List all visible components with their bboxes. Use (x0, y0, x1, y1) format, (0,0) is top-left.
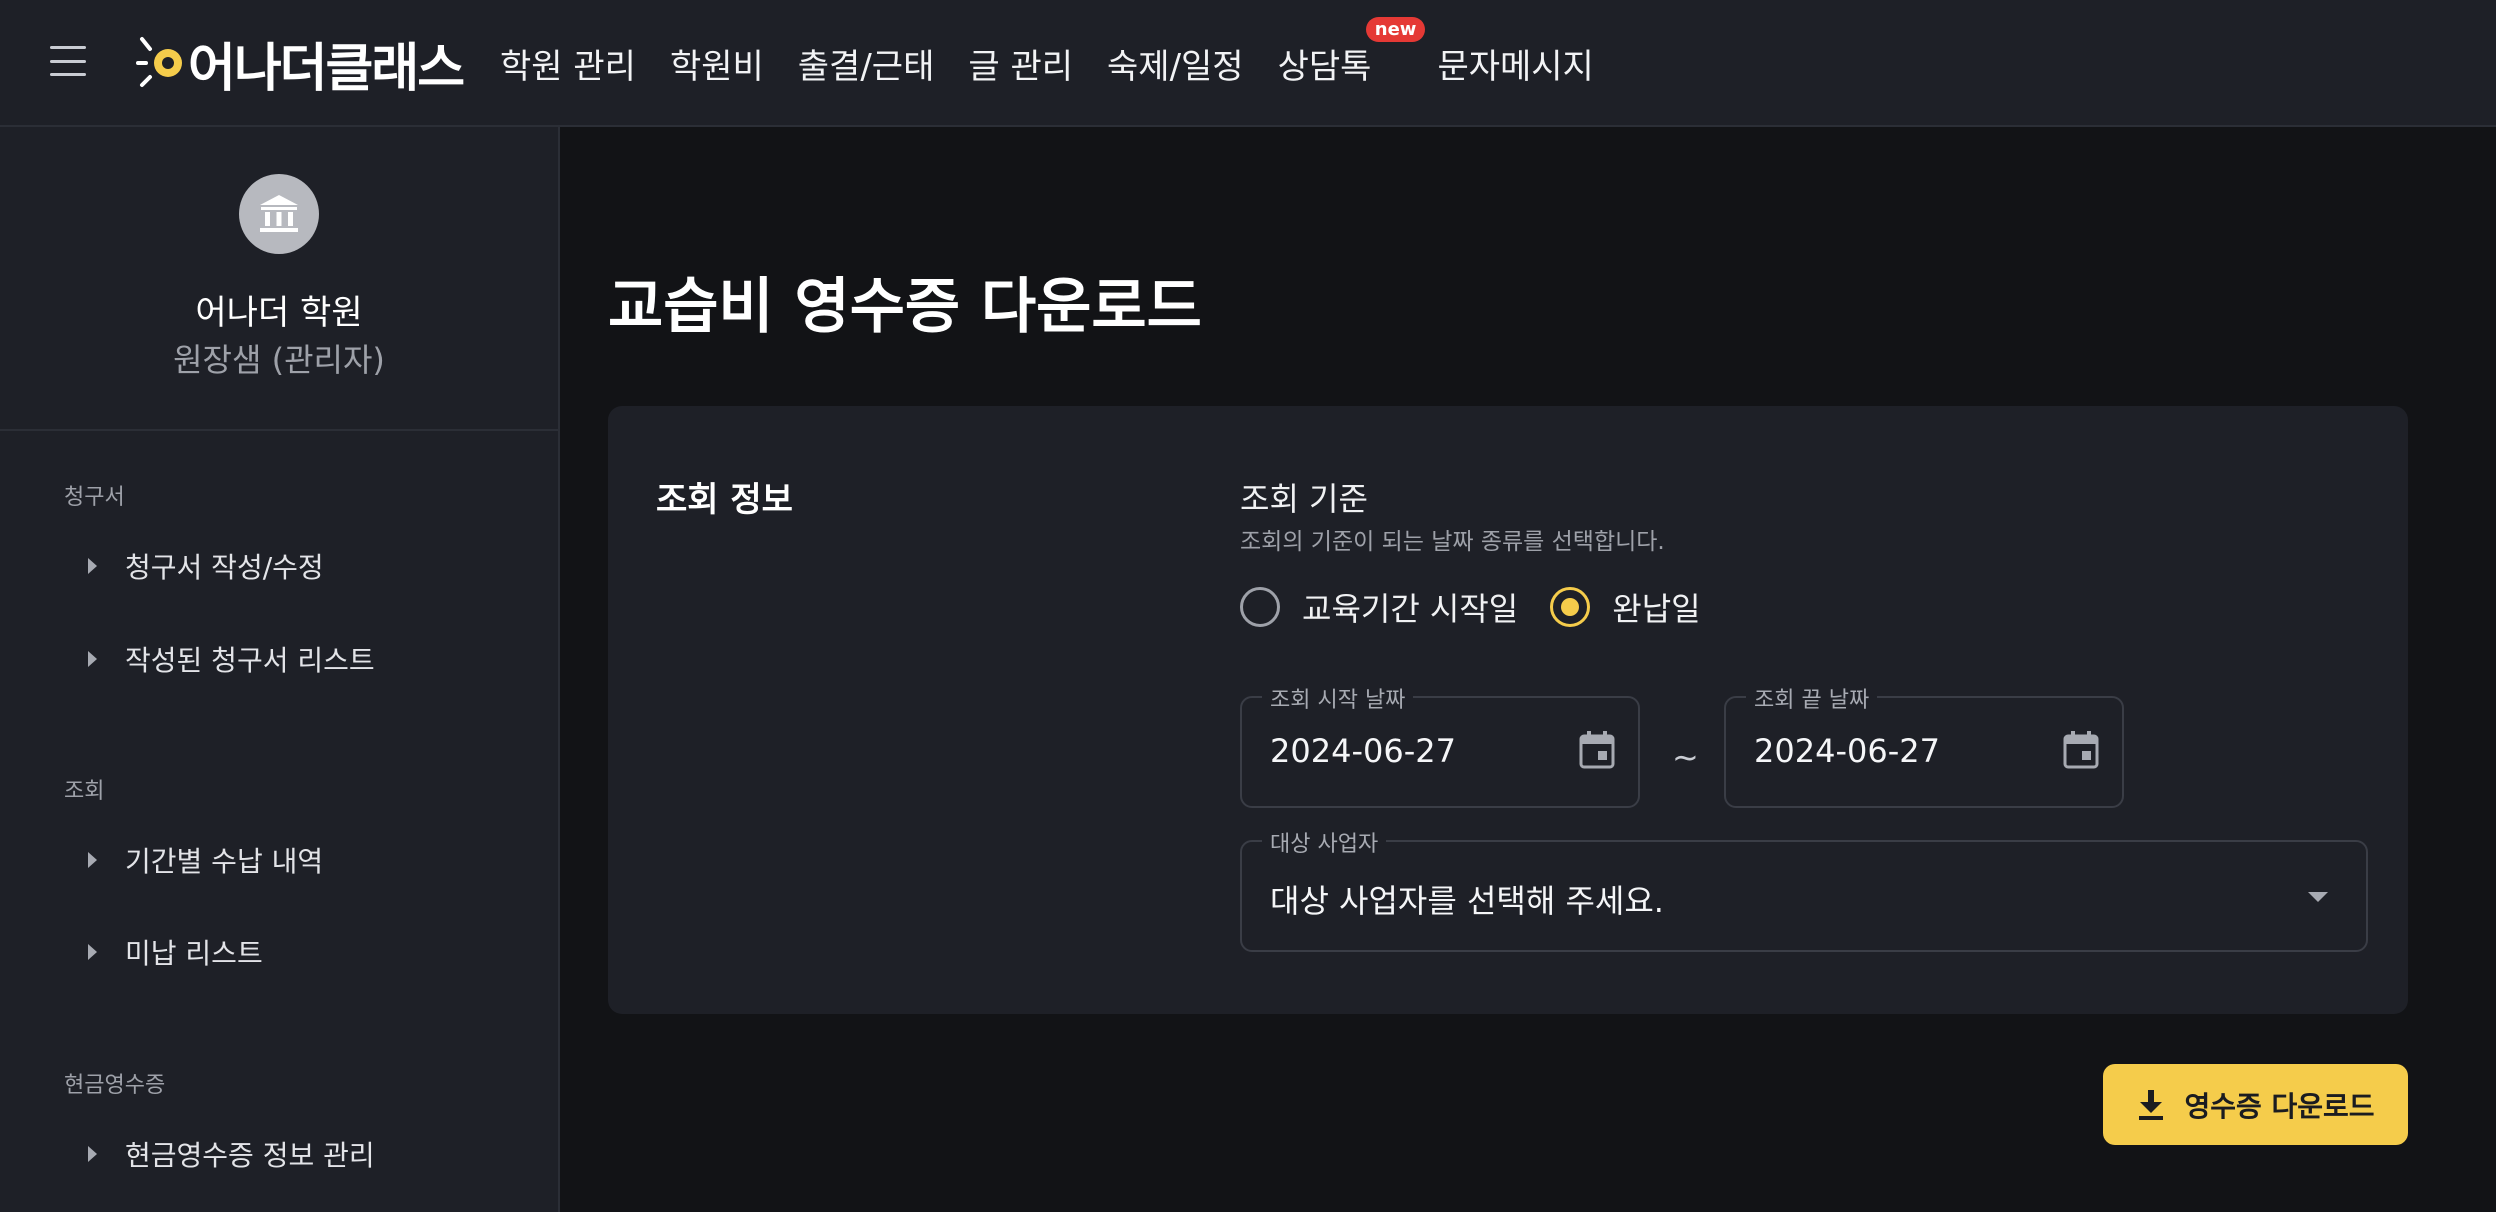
section-label-invoice: 청구서 (64, 485, 125, 510)
page-title: 교습비 영수증 다운로드 (608, 272, 1202, 342)
start-date-field[interactable]: 조회 시작 날짜 2024-06-27 (1240, 682, 1640, 808)
download-icon (2139, 1089, 2164, 1120)
business-placeholder: 대상 사업자를 선택해 주세요. (1270, 882, 1664, 920)
dropdown-arrow-icon (2308, 892, 2328, 902)
radio-unchecked-icon (1240, 587, 1280, 627)
nav-homework-schedule[interactable]: 숙제/일정 (1107, 39, 1244, 88)
menu-icon[interactable] (50, 46, 86, 76)
sidebar-item-label: 작성된 청구서 리스트 (125, 644, 375, 677)
criteria-help: 조회의 기준이 되는 날짜 종류를 선택합니다. (1240, 529, 1665, 555)
sidebar-item-invoice-edit[interactable]: 청구서 작성/수정 (0, 531, 558, 601)
bank-icon (239, 174, 319, 254)
radio-education-start[interactable]: 교육기간 시작일 (1240, 584, 1518, 630)
business-label: 대상 사업자 (1262, 826, 1387, 858)
section-label-lookup: 조회 (64, 779, 105, 804)
sidebar-item-unpaid-list[interactable]: 미납 리스트 (0, 917, 558, 987)
business-select[interactable]: 대상 사업자 대상 사업자를 선택해 주세요. (1240, 826, 2368, 952)
logo-sun-icon (136, 33, 186, 93)
sidebar-item-label: 청구서 작성/수정 (125, 551, 324, 584)
sidebar-item-label: 기간별 수납 내역 (125, 845, 324, 878)
date-range-separator: ~ (1672, 738, 1699, 776)
end-date-value: 2024-06-27 (1754, 732, 1940, 770)
nav-counsel-talk[interactable]: 상담톡 new (1277, 17, 1426, 88)
end-date-label: 조회 끝 날짜 (1746, 682, 1878, 714)
end-date-field[interactable]: 조회 끝 날짜 2024-06-27 (1724, 682, 2124, 808)
card-title: 조회 정보 (656, 480, 793, 520)
top-app-bar: 어나더클래스 학원 관리 학원비 출결/근태 글 관리 숙제/일정 상담톡 ne… (0, 0, 2496, 127)
profile-section: 어나더 학원 원장샘 (관리자) (0, 127, 558, 431)
caret-right-icon (88, 558, 97, 574)
caret-right-icon (88, 1146, 97, 1162)
download-receipt-button[interactable]: 영수증 다운로드 (2103, 1064, 2408, 1145)
logo-text: 어나더클래스 (188, 38, 465, 99)
sidebar: 어나더 학원 원장샘 (관리자) 청구서 청구서 작성/수정 작성된 청구서 리… (0, 127, 560, 1212)
radio-label: 교육기간 시작일 (1302, 590, 1519, 628)
nav-attendance[interactable]: 출결/근태 (798, 39, 935, 88)
nav-posts[interactable]: 글 관리 (968, 39, 1073, 88)
calendar-icon[interactable] (2062, 730, 2100, 770)
nav-academy-management[interactable]: 학원 관리 (500, 39, 636, 88)
caret-right-icon (88, 944, 97, 960)
caret-right-icon (88, 852, 97, 868)
radio-label: 완납일 (1612, 590, 1701, 628)
calendar-icon[interactable] (1578, 730, 1616, 770)
criteria-title: 조회 기준 (1240, 480, 1368, 518)
download-button-label: 영수증 다운로드 (2184, 1089, 2375, 1123)
radio-paid-date[interactable]: 완납일 (1550, 584, 1701, 630)
sidebar-item-invoice-list[interactable]: 작성된 청구서 리스트 (0, 624, 558, 694)
caret-right-icon (88, 651, 97, 667)
sidebar-item-label: 미납 리스트 (125, 937, 263, 970)
nav-tuition[interactable]: 학원비 (670, 39, 764, 88)
org-role: 원장샘 (관리자) (173, 341, 385, 379)
nav-sms[interactable]: 문자메시지 (1437, 39, 1593, 88)
nav-counsel-talk-label: 상담톡 (1277, 47, 1372, 87)
start-date-value: 2024-06-27 (1270, 732, 1456, 770)
sidebar-item-payments-by-period[interactable]: 기간별 수납 내역 (0, 825, 558, 895)
section-label-cash-receipt: 현금영수증 (64, 1073, 166, 1098)
org-name: 어나더 학원 (195, 293, 363, 333)
search-info-card: 조회 정보 조회 기준 조회의 기준이 되는 날짜 종류를 선택합니다. 교육기… (608, 406, 2408, 1014)
sidebar-item-label: 현금영수증 정보 관리 (125, 1139, 375, 1172)
main-nav: 학원 관리 학원비 출결/근태 글 관리 숙제/일정 상담톡 new 문자메시지 (500, 0, 1628, 127)
start-date-label: 조회 시작 날짜 (1262, 682, 1414, 714)
radio-checked-icon (1550, 587, 1591, 627)
logo[interactable]: 어나더클래스 (136, 28, 465, 99)
criteria-radio-group: 교육기간 시작일 완납일 (1240, 584, 1733, 630)
sidebar-item-cash-receipt-info[interactable]: 현금영수증 정보 관리 (0, 1119, 558, 1189)
new-badge: new (1365, 17, 1426, 42)
